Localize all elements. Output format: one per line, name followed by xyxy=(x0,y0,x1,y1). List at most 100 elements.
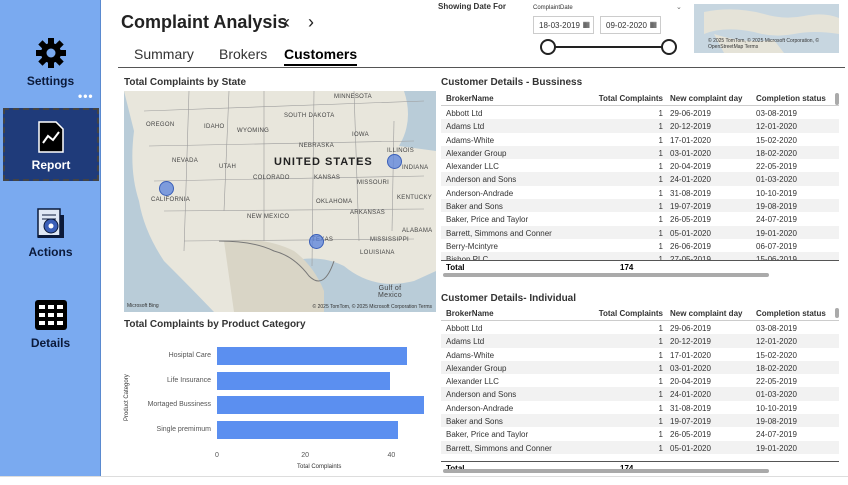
table-row[interactable]: Baker and Sons 1 19-07-2019 19-08-2019 xyxy=(441,414,839,428)
table-cell: Barrett, Simmons and Conner xyxy=(446,443,552,453)
date-range-slider[interactable] xyxy=(548,46,669,48)
table-row[interactable]: Bishop PLC 1 27-05-2019 15-06-2019 xyxy=(441,252,839,260)
slider-start-handle[interactable] xyxy=(540,39,556,55)
table-cell: 22-05-2019 xyxy=(756,377,797,387)
table-row[interactable]: Alexander LLC 1 20-04-2019 22-05-2019 xyxy=(441,374,839,388)
table-row[interactable]: Alexander LLC 1 20-04-2019 22-05-2019 xyxy=(441,159,839,173)
sidebar: Settings ••• Report Actions Details xyxy=(0,0,101,476)
table-cell: 19-01-2020 xyxy=(756,228,797,238)
vertical-scrollbar[interactable] xyxy=(835,308,839,318)
table-cell: 1 xyxy=(658,241,663,251)
tab-divider xyxy=(118,67,845,68)
table-row[interactable]: Adams-White 1 17-01-2020 15-02-2020 xyxy=(441,132,839,146)
tab-customers[interactable]: Customers xyxy=(284,46,358,66)
prev-arrow-icon[interactable]: ‹ xyxy=(284,12,290,33)
table-cell: 19-08-2019 xyxy=(756,202,797,212)
bar[interactable] xyxy=(217,420,399,439)
mini-map[interactable]: © 2025 TomTom, © 2025 Microsoft Corporat… xyxy=(694,4,839,53)
sidebar-item-actions[interactable]: Actions xyxy=(0,207,101,259)
table-row[interactable]: Barrett, Simmons and Conner 1 05-01-2020 19… xyxy=(441,440,839,454)
table-cell: 1 xyxy=(658,337,663,347)
table-row[interactable]: Abbott Ltd 1 29-06-2019 03-08-2019 xyxy=(441,321,839,335)
map-label: OREGON xyxy=(146,122,175,128)
table-body[interactable]: Abbott Ltd 1 29-06-2019 03-08-2019 Adams Ltd… xyxy=(441,321,839,461)
bar-chart-title: Total Complaints by Product Category xyxy=(124,319,306,330)
table-row[interactable]: Adams-White 1 17-01-2020 15-02-2020 xyxy=(441,347,839,361)
table-row[interactable]: Anderson and Sons 1 24-01-2020 01-03-2020 xyxy=(441,387,839,401)
table-cell: 1 xyxy=(658,377,663,387)
next-arrow-icon[interactable]: › xyxy=(308,12,314,33)
table-row[interactable]: Barrett, Simmons and Conner 1 05-01-2020 19… xyxy=(441,225,839,239)
horizontal-scrollbar[interactable] xyxy=(443,469,769,473)
table-cell: Anderson and Sons xyxy=(446,175,517,185)
bar[interactable] xyxy=(217,396,424,414)
map-label: KANSAS xyxy=(314,175,341,181)
table-row[interactable]: Baker, Price and Taylor 1 26-05-2019 24-07-… xyxy=(441,427,839,441)
business-table: BrokerName Total Complaints New complaint … xyxy=(441,91,839,273)
tab-summary[interactable]: Summary xyxy=(134,46,194,62)
slider-end-handle[interactable] xyxy=(661,39,677,55)
x-axis-title: Total Complaints xyxy=(297,464,342,470)
table-cell: Abbott Ltd xyxy=(446,324,483,333)
map-bubble-texas[interactable] xyxy=(309,234,324,249)
table-row[interactable]: Adams Ltd 1 20-12-2019 12-01-2020 xyxy=(441,119,839,133)
calendar-icon[interactable]: ▦ xyxy=(582,20,590,29)
table-row[interactable]: Adams Ltd 1 20-12-2019 12-01-2020 xyxy=(441,334,839,348)
table-cell: 03-08-2019 xyxy=(756,109,797,118)
column-header[interactable]: Completion status xyxy=(756,94,826,103)
map-label: OKLAHOMA xyxy=(316,199,353,205)
bar[interactable] xyxy=(217,371,390,390)
table-cell: Baker and Sons xyxy=(446,417,503,427)
table-row[interactable]: Berry-Mcintyre 1 26-06-2019 06-07-2019 xyxy=(441,238,839,253)
table-row[interactable]: Anderson and Sons 1 24-01-2020 01-03-2020 xyxy=(441,172,839,186)
chevron-down-icon[interactable]: ⌄ xyxy=(676,3,682,11)
table-cell: Anderson-Andrade xyxy=(446,403,514,413)
table-cell: 19-08-2019 xyxy=(756,417,797,427)
x-tick-label: 0 xyxy=(215,452,219,459)
table-row[interactable]: Alexander Group 1 03-01-2020 18-02-2020 xyxy=(441,145,839,160)
table-row[interactable]: Abbott Ltd 1 29-06-2019 03-08-2019 xyxy=(441,106,839,120)
tab-brokers[interactable]: Brokers xyxy=(219,46,267,62)
table-cell: 1 xyxy=(658,202,663,212)
map-label: MISSISSIPPI xyxy=(370,237,409,243)
map-bubble-illinois[interactable] xyxy=(387,154,402,169)
sidebar-item-settings[interactable]: Settings xyxy=(0,36,101,88)
table-header: BrokerName Total Complaints New complaint … xyxy=(441,91,839,106)
end-date-input[interactable]: 09-02-2020 ▦ xyxy=(600,16,661,34)
map-bubble-california[interactable] xyxy=(159,181,174,196)
table-cell: 17-01-2020 xyxy=(670,350,711,360)
table-row[interactable]: Anderson-Andrade 1 31-08-2019 10-10-2019 xyxy=(441,185,839,200)
table-row[interactable]: Baker, Price and Taylor 1 26-05-2019 24-07-… xyxy=(441,212,839,226)
table-cell: 24-01-2020 xyxy=(670,390,711,400)
column-header[interactable]: Total Complaints xyxy=(599,94,663,103)
table-cell: Barrett, Simmons and Conner xyxy=(446,228,552,238)
more-options-icon[interactable]: ••• xyxy=(78,89,94,103)
table-cell: 10-10-2019 xyxy=(756,403,797,413)
table-cell: 1 xyxy=(658,403,663,413)
column-header[interactable]: Completion status xyxy=(756,309,826,318)
table-row[interactable]: Anderson-Andrade 1 31-08-2019 10-10-2019 xyxy=(441,400,839,415)
table-row[interactable]: Baker and Sons 1 19-07-2019 19-08-2019 xyxy=(441,199,839,213)
map-title: Total Complaints by State xyxy=(124,77,247,88)
bing-logo: Microsoft Bing xyxy=(127,303,159,309)
table-cell: Alexander Group xyxy=(446,363,507,373)
bar[interactable] xyxy=(217,347,407,365)
sidebar-item-details[interactable]: Details xyxy=(0,298,101,350)
start-date-input[interactable]: 18-03-2019 ▦ xyxy=(533,16,594,34)
column-header[interactable]: BrokerName xyxy=(446,309,494,318)
column-header[interactable]: New complaint day xyxy=(670,309,742,318)
column-header[interactable]: Total Complaints xyxy=(599,309,663,318)
table-cell: Alexander LLC xyxy=(446,162,499,172)
sidebar-item-report[interactable]: Report xyxy=(3,108,99,181)
table-body[interactable]: Abbott Ltd 1 29-06-2019 03-08-2019 Adams Ltd… xyxy=(441,106,839,260)
column-header[interactable]: BrokerName xyxy=(446,94,494,103)
calendar-icon[interactable]: ▦ xyxy=(649,20,657,29)
table-cell: 1 xyxy=(658,417,663,427)
column-header[interactable]: New complaint day xyxy=(670,94,742,103)
gear-icon xyxy=(34,36,68,70)
table-row[interactable]: Alexander Group 1 03-01-2020 18-02-2020 xyxy=(441,360,839,375)
horizontal-scrollbar[interactable] xyxy=(443,273,769,277)
table-cell: 1 xyxy=(658,109,663,118)
vertical-scrollbar[interactable] xyxy=(835,93,839,105)
state-map[interactable]: MINNESOTA SOUTH DAKOTA OREGON IDAHO WYOM… xyxy=(124,91,436,312)
